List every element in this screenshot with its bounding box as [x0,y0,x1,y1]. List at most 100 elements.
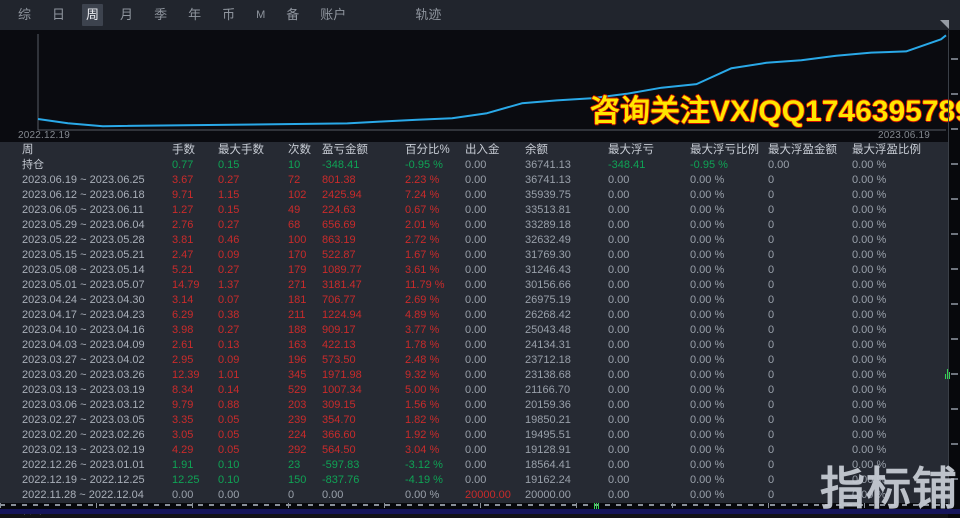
cell: 0.00 [608,368,690,383]
cell: 9.71 [172,188,218,203]
table-row[interactable]: 2023.05.15 ~ 2023.05.212.470.09170522.87… [0,248,948,263]
cell: 0.00 [608,398,690,413]
cell: 564.50 [322,443,405,458]
cell: 1.91 [172,458,218,473]
row-period: 2023.06.19 ~ 2023.06.25 [22,173,172,188]
menu-item-轨迹[interactable]: 轨迹 [411,4,445,26]
table-row[interactable]: 2023.04.24 ~ 2023.04.303.140.07181706.77… [0,293,948,308]
table-row[interactable]: 2023.05.29 ~ 2023.06.042.760.2768656.692… [0,218,948,233]
menu-item-账户[interactable]: 账户 [316,4,350,26]
cell: 0.00 [465,458,525,473]
row-period: 2022.11.28 ~ 2022.12.04 [22,488,172,503]
cell: 31769.30 [525,248,608,263]
cell: 0.00 % [690,488,768,503]
menu-item-币[interactable]: 币 [218,4,239,26]
table-row[interactable]: 2023.04.03 ~ 2023.04.092.610.13163422.13… [0,338,948,353]
cell: 49 [288,203,322,218]
cell: 0.00 % [852,293,948,308]
menu-item-日[interactable]: 日 [48,4,69,26]
cell: 0.13 [218,338,288,353]
menu-item-月[interactable]: 月 [116,4,137,26]
table-row[interactable]: 2023.06.12 ~ 2023.06.189.711.151022425.9… [0,188,948,203]
cell: 8.34 [172,383,218,398]
cell: 23 [288,458,322,473]
menu-item-年[interactable]: 年 [184,4,205,26]
cell: 0 [768,188,852,203]
cell: 0.15 [218,203,288,218]
cell: 0 [768,413,852,428]
menu-item-备[interactable]: 备 [282,4,303,26]
cell: -837.76 [322,473,405,488]
cell: 0.00 [608,173,690,188]
cell: 19128.91 [525,443,608,458]
table-row[interactable]: 2022.11.28 ~ 2022.12.040.000.0000.000.00… [0,488,948,503]
table-row[interactable]: 2023.03.06 ~ 2023.03.129.790.88203309.15… [0,398,948,413]
row-period: 2023.02.13 ~ 2023.02.19 [22,443,172,458]
cell: 0.15 [218,158,288,173]
cell: 0.00 % [690,323,768,338]
table-row[interactable]: 2023.02.13 ~ 2023.02.194.290.05292564.50… [0,443,948,458]
table-row[interactable]: 2023.03.20 ~ 2023.03.2612.391.013451971.… [0,368,948,383]
cell: 3.14 [172,293,218,308]
cell: 1007.34 [322,383,405,398]
table-row[interactable]: 2023.02.27 ~ 2023.03.053.350.05239354.70… [0,413,948,428]
chart-end-date: 2023.06.19 [878,130,930,141]
menu-item-综[interactable]: 综 [14,4,35,26]
cell: -4.19 % [405,473,465,488]
cell: 23138.68 [525,368,608,383]
cell: 0.00 % [852,218,948,233]
cell: 0.00 % [852,173,948,188]
menu-item-季[interactable]: 季 [150,4,171,26]
cell: 0 [768,293,852,308]
cell: 0 [768,353,852,368]
cell: 0 [768,173,852,188]
menu-item-周[interactable]: 周 [82,4,103,26]
cell: 0.00 [465,278,525,293]
cell: 2.23 % [405,173,465,188]
table-row[interactable]: 2023.03.13 ~ 2023.03.198.340.145291007.3… [0,383,948,398]
cell: 0.00 % [690,218,768,233]
table-row[interactable]: 2023.05.01 ~ 2023.05.0714.791.372713181.… [0,278,948,293]
cell: 0 [768,443,852,458]
table-row[interactable]: 2023.04.10 ~ 2023.04.163.980.27188909.17… [0,323,948,338]
cell: 0 [768,323,852,338]
table-row[interactable]: 2023.03.27 ~ 2023.04.022.950.09196573.50… [0,353,948,368]
scroll-corner-arrow-icon[interactable] [940,20,949,29]
table-row[interactable]: 持仓0.770.1510-348.41-0.95 %0.0036741.13-3… [0,158,948,173]
cell: -348.41 [322,158,405,173]
cell: 31246.43 [525,263,608,278]
table-row[interactable]: 2023.05.22 ~ 2023.05.283.810.46100863.19… [0,233,948,248]
row-period: 2023.04.03 ~ 2023.04.09 [22,338,172,353]
table-row[interactable]: 2022.12.19 ~ 2022.12.2512.250.10150-837.… [0,473,948,488]
cell: 706.77 [322,293,405,308]
table-row[interactable]: 2023.02.20 ~ 2023.02.263.050.05224366.60… [0,428,948,443]
cell: 0.00 [465,443,525,458]
cell: -597.83 [322,458,405,473]
row-period: 持仓 [22,158,172,173]
cell: 422.13 [322,338,405,353]
table-row[interactable]: 2023.05.08 ~ 2023.05.145.210.271791089.7… [0,263,948,278]
cell: 2.69 % [405,293,465,308]
cell: 19162.24 [525,473,608,488]
bottom-scrollbar[interactable] [0,509,960,514]
cell: 0.00 % [690,413,768,428]
cell: 0 [288,488,322,503]
cell: -0.95 % [690,158,768,173]
ad-watermark-text: 咨询关注VX/QQ1746395789 [590,86,942,130]
cell: 0.05 [218,413,288,428]
cell: 0.00 % [690,443,768,458]
green-marker-right [945,369,950,379]
menu-bar: 综日周月季年币M备账户 轨迹 [0,0,960,30]
cell: 0.00 % [690,368,768,383]
table-row[interactable]: 2023.06.05 ~ 2023.06.111.270.1549224.630… [0,203,948,218]
cell: 6.29 [172,308,218,323]
table-row[interactable]: 2022.12.26 ~ 2023.01.011.910.1023-597.83… [0,458,948,473]
cell: 0.00 % [852,233,948,248]
menu-item-M[interactable]: M [252,4,269,26]
cell: 0 [768,248,852,263]
table-row[interactable]: 2023.04.17 ~ 2023.04.236.290.382111224.9… [0,308,948,323]
cell: 0.00 % [852,398,948,413]
cell: 10 [288,158,322,173]
cell: 72 [288,173,322,188]
table-row[interactable]: 2023.06.19 ~ 2023.06.253.670.2772801.382… [0,173,948,188]
